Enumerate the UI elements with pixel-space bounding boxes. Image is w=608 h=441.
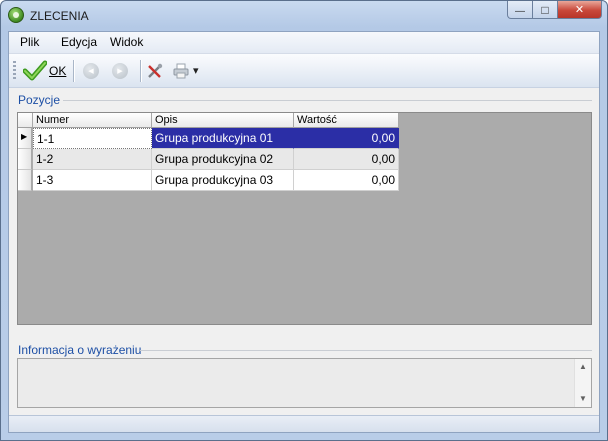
table-cell-opis-selected[interactable]: Grupa produkcyjna 01 <box>152 128 294 149</box>
column-header-opis[interactable]: Opis <box>152 113 294 128</box>
window-title: ZLECENIA <box>30 9 89 23</box>
title-bar[interactable]: ZLECENIA — □ ✕ <box>1 1 607 31</box>
client-area: Plik Edycja Widok OK ◀ ▶ ▾ Pozycje Numer… <box>8 31 600 433</box>
table-cell-numer[interactable]: 1-3 <box>33 170 152 191</box>
row-header[interactable] <box>18 149 32 170</box>
table-cell-numer[interactable]: 1-2 <box>33 149 152 170</box>
toolbar-separator <box>140 60 141 82</box>
maximize-icon: □ <box>541 2 549 17</box>
scroll-up-icon[interactable]: ▲ <box>575 360 591 374</box>
forward-icon: ▶ <box>112 62 128 79</box>
ok-label: OK <box>49 63 67 78</box>
row-header-selected[interactable]: ▶ <box>18 128 32 149</box>
minimize-icon: — <box>515 5 525 17</box>
back-button[interactable]: ◀ <box>83 59 99 82</box>
close-icon: ✕ <box>574 4 585 16</box>
scroll-down-icon[interactable]: ▼ <box>575 392 591 406</box>
info-scrollbar[interactable]: ▲ ▼ <box>574 359 591 407</box>
dropdown-arrow-icon[interactable]: ▾ <box>193 64 199 77</box>
back-arrow-glyph: ◀ <box>88 67 94 75</box>
positions-grid[interactable]: Numer Opis Wartość ▶ 1-1 Grupa produkcyj… <box>17 112 592 325</box>
table-cell-opis[interactable]: Grupa produkcyjna 02 <box>152 149 294 170</box>
toolbar-separator <box>73 60 74 82</box>
close-button[interactable]: ✕ <box>558 1 602 19</box>
print-button[interactable]: ▾ <box>172 59 199 82</box>
menu-widok[interactable]: Widok <box>110 35 143 49</box>
menu-plik[interactable]: Plik <box>20 35 39 49</box>
back-icon: ◀ <box>83 62 99 79</box>
toolbar: OK ◀ ▶ ▾ <box>9 54 599 88</box>
row-header[interactable] <box>18 170 32 191</box>
table-cell-wartosc-selected[interactable]: 0,00 <box>294 128 399 149</box>
positions-group-line <box>63 100 592 101</box>
forward-button[interactable]: ▶ <box>112 59 128 82</box>
grid-corner-header <box>18 113 33 128</box>
checkmark-icon <box>23 60 47 80</box>
current-row-marker-icon: ▶ <box>21 132 28 141</box>
positions-group-label: Pozycje <box>18 93 64 107</box>
table-cell-wartosc[interactable]: 0,00 <box>294 170 399 191</box>
application-window: ZLECENIA — □ ✕ Plik Edycja Widok OK ◀ ▶ … <box>0 0 608 441</box>
tools-icon <box>148 63 163 78</box>
info-group-label: Informacja o wyrażeniu <box>18 343 145 357</box>
column-header-wartosc[interactable]: Wartość <box>294 113 399 128</box>
table-cell-opis[interactable]: Grupa produkcyjna 03 <box>152 170 294 191</box>
toolbar-grip[interactable] <box>13 61 16 81</box>
ok-button[interactable]: OK <box>23 59 66 82</box>
window-controls: — □ ✕ <box>507 1 602 20</box>
menu-edycja[interactable]: Edycja <box>61 35 97 49</box>
info-group-line <box>140 350 592 351</box>
menu-widok-label: Widok <box>110 35 144 49</box>
menu-bar: Plik Edycja Widok <box>9 32 599 54</box>
maximize-button[interactable]: □ <box>533 1 558 19</box>
print-icon <box>173 63 189 78</box>
menu-edycja-label: Edycja <box>61 35 98 49</box>
menu-plik-label: Plik <box>20 35 40 49</box>
table-cell-wartosc[interactable]: 0,00 <box>294 149 399 170</box>
column-header-numer[interactable]: Numer <box>33 113 152 128</box>
forward-arrow-glyph: ▶ <box>117 67 123 75</box>
minimize-button[interactable]: — <box>507 1 533 19</box>
tools-button[interactable] <box>146 59 164 82</box>
status-bar <box>9 415 599 432</box>
table-cell-numer[interactable]: 1-1 <box>33 128 152 149</box>
app-icon <box>8 7 24 23</box>
expression-info-field[interactable]: ▲ ▼ <box>17 358 592 408</box>
